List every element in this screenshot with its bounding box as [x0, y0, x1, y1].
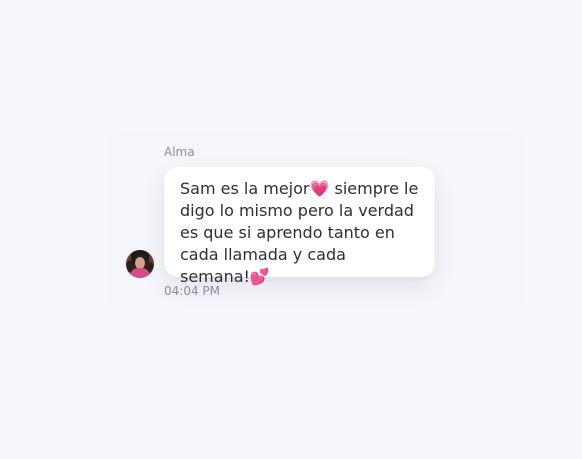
message-timestamp: 04:04 PM	[164, 284, 220, 298]
user-avatar-icon[interactable]	[126, 250, 154, 278]
message-text: Sam es la mejor💗 siempre le digo lo mism…	[180, 179, 419, 286]
message-bubble[interactable]: Sam es la mejor💗 siempre le digo lo mism…	[164, 167, 435, 286]
avatar-shirt	[130, 268, 150, 278]
sender-name: Alma	[164, 145, 195, 159]
